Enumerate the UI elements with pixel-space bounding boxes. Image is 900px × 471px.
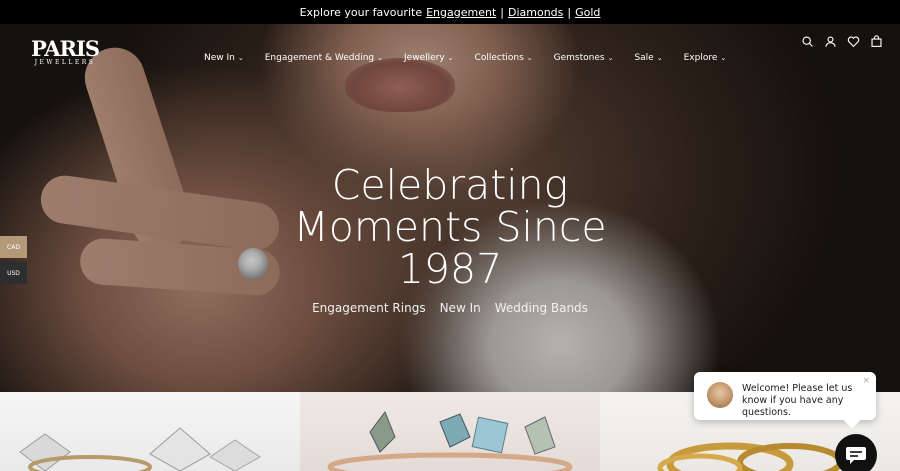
site-header: PARIS JEWELLERS New In ⌄ Engagement & We… (0, 24, 900, 68)
logo-wordmark: PARIS (31, 36, 100, 61)
nav-item-collections[interactable]: Collections ⌄ (475, 53, 533, 63)
chat-welcome-message: Welcome! Please let us know if you have … (742, 383, 853, 418)
chevron-down-icon: ⌄ (656, 54, 663, 62)
hero-title-line: 1987 (397, 245, 503, 293)
hero-banner: Celebrating Moments Since 1987 Engagemen… (0, 24, 900, 392)
announcement-prefix: Explore your favourite (299, 5, 423, 19)
account-icon[interactable] (824, 35, 837, 48)
nav-item-label: Sale (634, 53, 654, 63)
nav-item-gemstones[interactable]: Gemstones ⌄ (554, 53, 614, 63)
announcement-link-diamonds[interactable]: Diamonds (508, 6, 563, 19)
currency-cad-button[interactable]: CAD (0, 236, 27, 258)
nav-item-label: New In (204, 53, 235, 63)
hero-link-engagement-rings[interactable]: Engagement Rings (312, 301, 426, 315)
chat-welcome-bubble[interactable]: Welcome! Please let us know if you have … (694, 372, 876, 420)
header-icons (801, 35, 883, 48)
announcement-link-gold[interactable]: Gold (575, 6, 600, 19)
search-icon[interactable] (801, 35, 814, 48)
wishlist-icon[interactable] (847, 35, 860, 48)
nav-item-label: Jewellery (404, 53, 445, 63)
announcement-bar: Explore your favourite Engagement | Diam… (0, 0, 900, 24)
hero-link-wedding-bands[interactable]: Wedding Bands (495, 301, 588, 315)
diamond-rings-image (19, 427, 261, 471)
announcement-separator: | (500, 5, 504, 19)
chat-launcher-button[interactable] (835, 434, 877, 471)
gemstone-rings-image (327, 410, 573, 471)
nav-item-sale[interactable]: Sale ⌄ (634, 53, 662, 63)
chat-icon (846, 447, 866, 464)
chevron-down-icon: ⌄ (377, 54, 384, 62)
nav-item-label: Engagement & Wedding (264, 53, 375, 63)
chevron-down-icon: ⌄ (607, 54, 614, 62)
hero-title-line: Celebrating (331, 161, 569, 209)
announcement-separator: | (567, 5, 572, 19)
product-tile-diamond-rings[interactable] (0, 392, 300, 471)
chat-agent-avatar (707, 382, 733, 408)
nav-item-label: Gemstones (553, 53, 605, 63)
nav-item-jewellery[interactable]: Jewellery ⌄ (404, 53, 454, 63)
main-nav: New In ⌄ Engagement & Wedding ⌄ Jeweller… (204, 53, 726, 63)
chevron-down-icon: ⌄ (237, 54, 244, 62)
cart-icon[interactable] (870, 35, 883, 48)
hero-link-new-in[interactable]: New In (440, 301, 481, 315)
hero-links: Engagement Rings New In Wedding Bands (0, 301, 900, 315)
nav-item-engagement-wedding[interactable]: Engagement & Wedding ⌄ (265, 53, 383, 63)
nav-item-label: Explore (683, 53, 718, 63)
chevron-down-icon: ⌄ (526, 54, 533, 62)
currency-usd-button[interactable]: USD (0, 262, 27, 284)
product-tile-gemstone-rings[interactable] (300, 392, 600, 471)
chevron-down-icon: ⌄ (720, 54, 727, 62)
nav-item-explore[interactable]: Explore ⌄ (684, 53, 727, 63)
nav-item-label: Collections (474, 53, 524, 63)
chevron-down-icon: ⌄ (447, 54, 454, 62)
hero-title: Celebrating Moments Since 1987 (0, 164, 900, 290)
announcement-link-engagement[interactable]: Engagement (426, 6, 496, 19)
close-icon[interactable]: × (862, 376, 870, 386)
hero-title-line: Moments Since (293, 203, 607, 251)
logo[interactable]: PARIS JEWELLERS (26, 36, 104, 67)
nav-item-new-in[interactable]: New In ⌄ (204, 53, 244, 63)
logo-subtitle: JEWELLERS (34, 59, 96, 66)
